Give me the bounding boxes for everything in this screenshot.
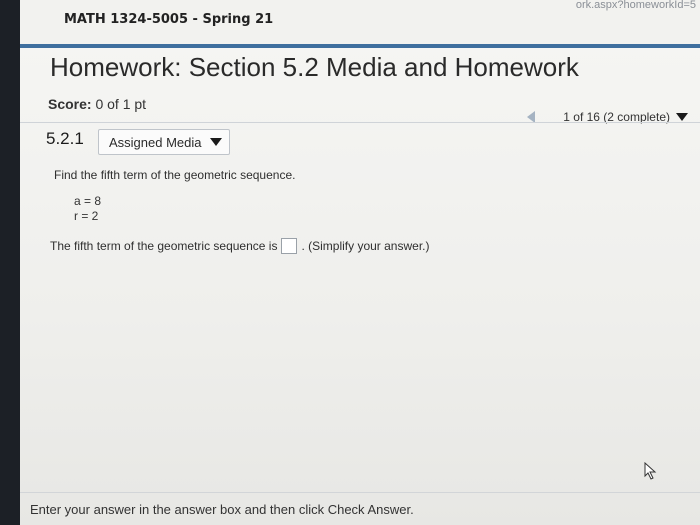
homework-title: Homework: Section 5.2 Media and Homework (50, 52, 579, 82)
question-number: 5.2.1 (46, 129, 84, 148)
score-line: Score: 0 of 1 pt (48, 96, 146, 112)
course-title: MATH 1324-5005 - Spring 21 (64, 12, 274, 27)
url-bar[interactable]: ork.aspx?homeworkId=5 (572, 0, 700, 12)
chevron-down-icon (209, 138, 222, 146)
question-prompt: Find the fifth term of the geometric seq… (54, 168, 296, 182)
assigned-media-label: Assigned Media (109, 134, 202, 150)
score-label: Score: (48, 96, 92, 112)
question-toolbar: 5.2.1 Assigned Media (20, 122, 700, 159)
score-value: 0 of 1 pt (95, 96, 147, 112)
answer-input[interactable] (281, 238, 298, 254)
given-a: a = 8 (74, 194, 102, 208)
question-list-dropdown-icon[interactable] (676, 113, 688, 121)
answer-suffix: . (Simplify your answer.) (301, 239, 430, 253)
footer-hint: Enter your answer in the answer box and … (30, 502, 414, 517)
answer-line: The fifth term of the geometric sequence… (50, 238, 430, 254)
given-r: r = 2 (74, 209, 99, 223)
mouse-pointer-icon (644, 462, 657, 480)
assigned-media-button[interactable]: Assigned Media (98, 129, 230, 155)
given-values: a = 8 r = 2 (74, 194, 101, 224)
footer-divider (20, 492, 700, 493)
answer-prefix: The fifth term of the geometric sequence… (50, 239, 278, 253)
browser-viewport: MATH 1324-5005 - Spring 21 ork.aspx?home… (20, 0, 700, 525)
